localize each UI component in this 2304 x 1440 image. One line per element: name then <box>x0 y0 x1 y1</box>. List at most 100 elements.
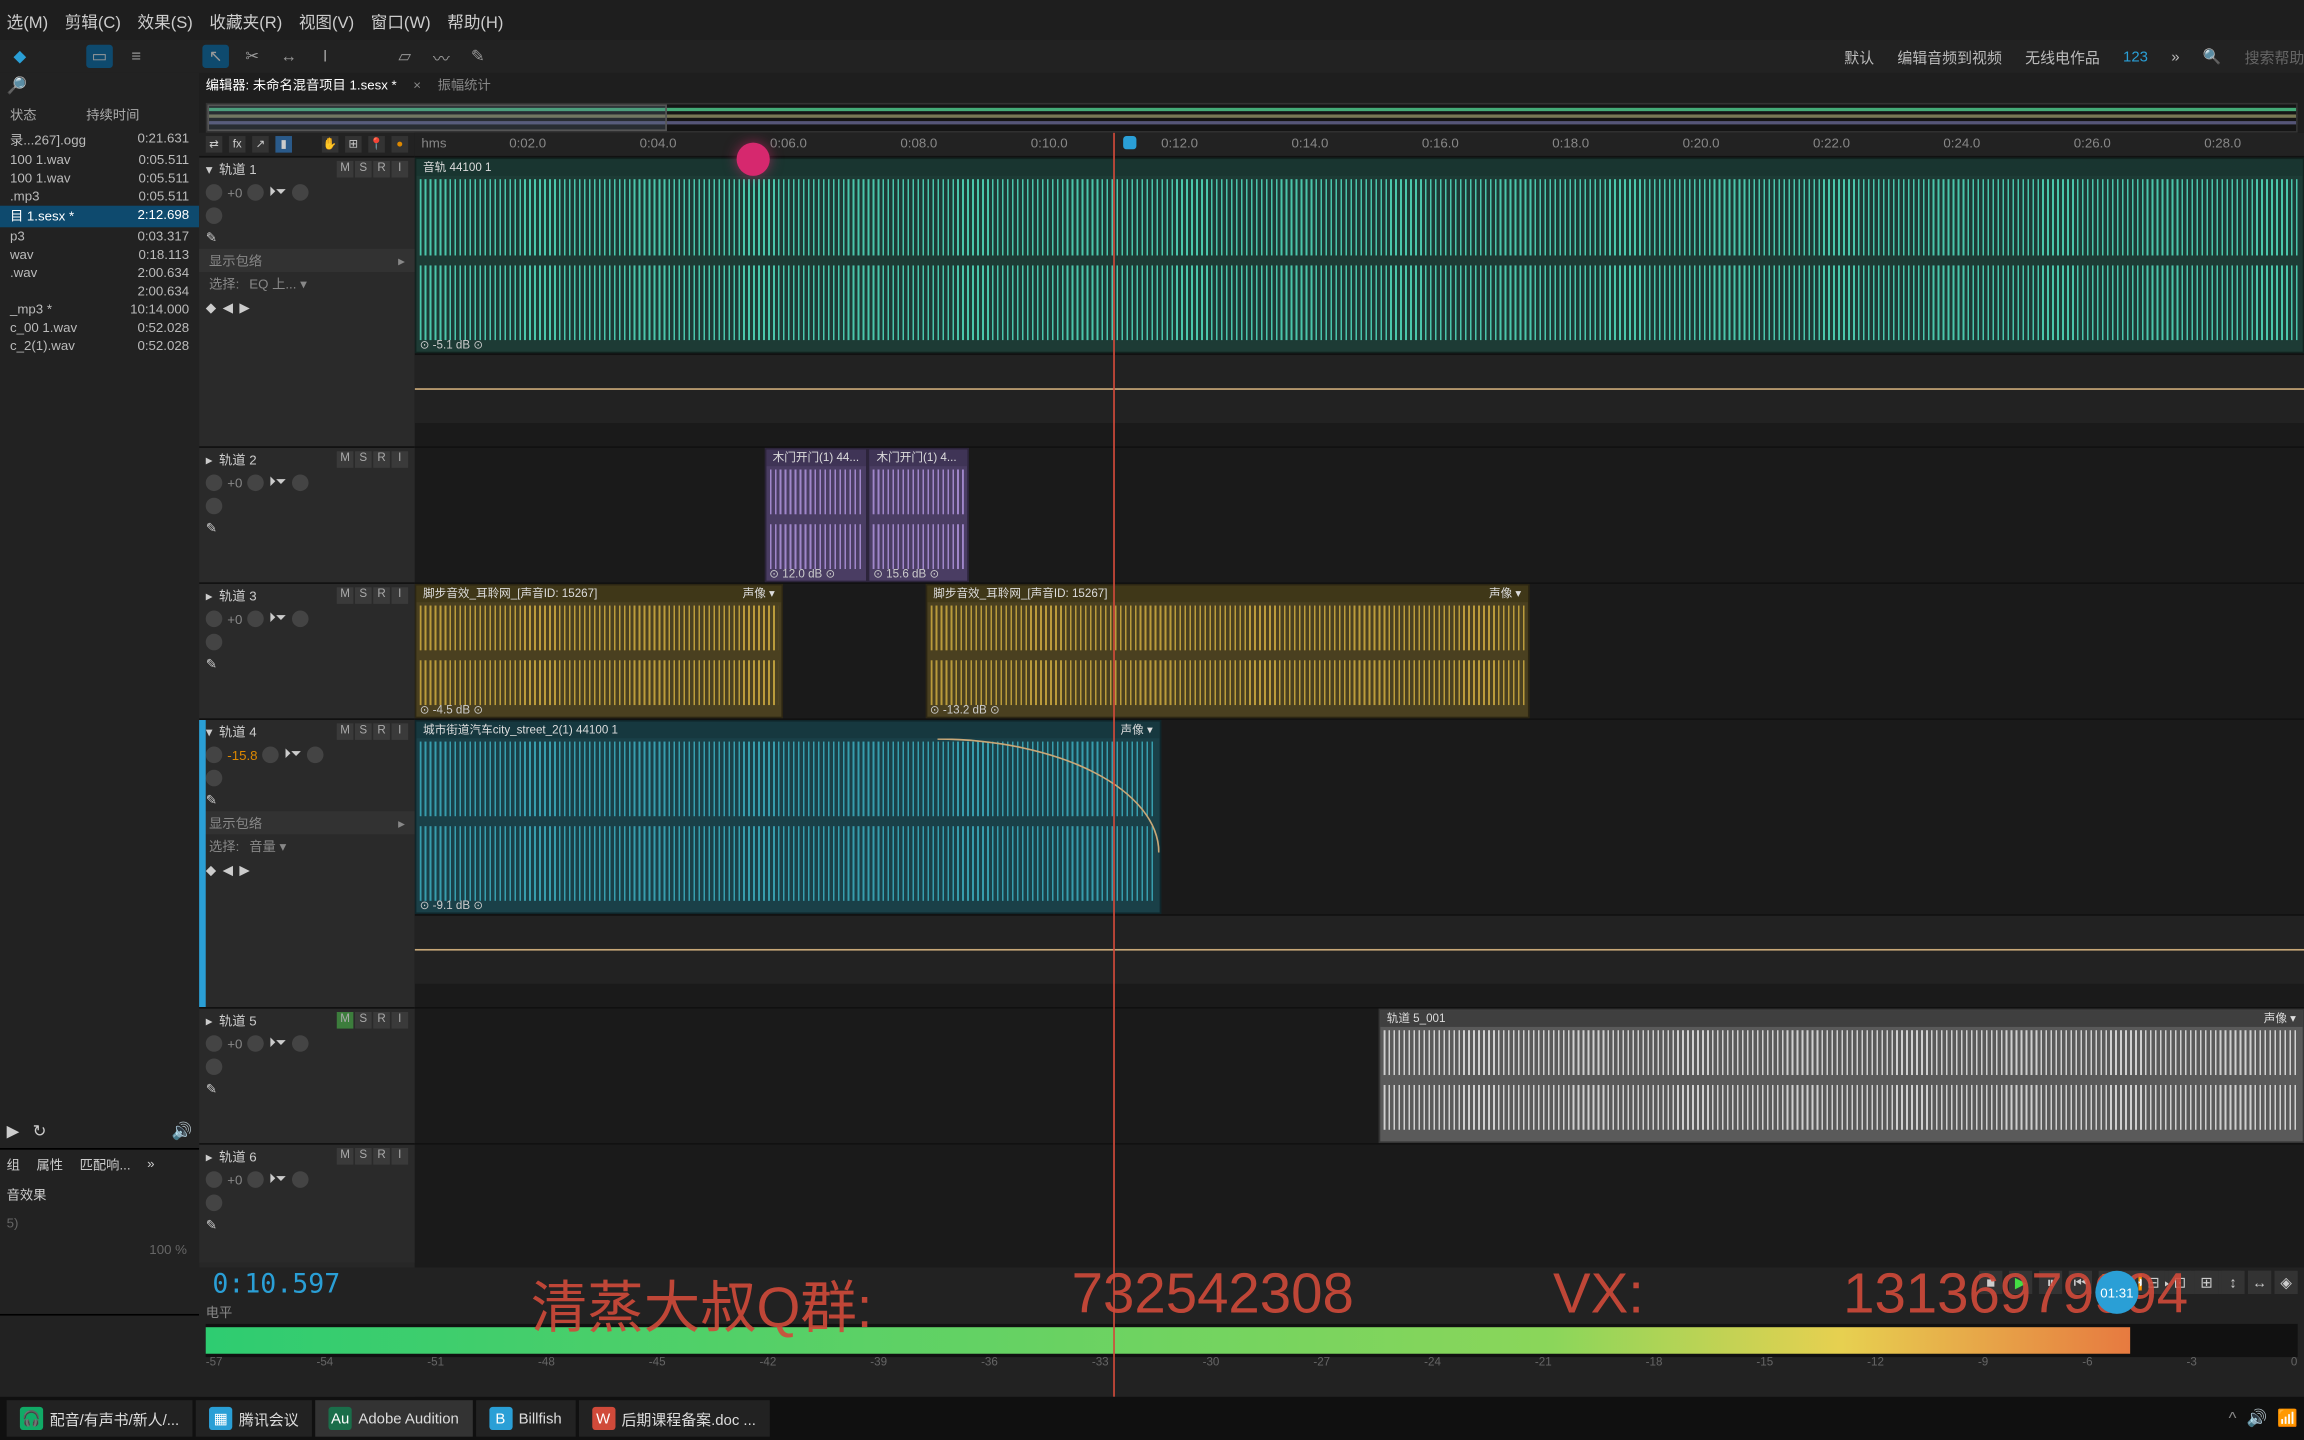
zoom-v-icon[interactable]: ↕ <box>2221 1271 2244 1294</box>
go-start-button[interactable]: ⏮ <box>2069 1271 2092 1294</box>
input-button[interactable]: I <box>392 161 409 178</box>
input-button[interactable]: I <box>392 1148 409 1165</box>
expand-icon[interactable]: ▸ <box>206 452 213 467</box>
marquee-tool-icon[interactable]: ▱ <box>392 45 419 68</box>
mute-button[interactable]: M <box>337 161 354 178</box>
input-button[interactable]: I <box>392 723 409 740</box>
audio-clip[interactable]: 城市街道汽车city_street_2(1) 44100 1声像 ▾⊙ -9.1… <box>415 720 1161 914</box>
pin-icon[interactable]: 📍 <box>368 136 385 153</box>
track-lane[interactable]: 轨道 5_001声像 ▾ <box>415 1007 2304 1143</box>
file-row[interactable]: c_00 1.wav0:52.028 <box>0 319 199 337</box>
solo-button[interactable]: S <box>355 161 372 178</box>
envelope-lane[interactable] <box>415 353 2304 423</box>
pan-knob[interactable] <box>263 747 280 764</box>
clip-gain[interactable]: ⊙ 15.6 dB ⊙ <box>873 569 939 581</box>
expand-icon[interactable]: ▸ <box>206 1013 213 1028</box>
track-header[interactable]: ▾ 轨道 1 M S R I +0 ⏵⏷ ✎显示包络▸ 选择: EQ 上... … <box>199 156 415 446</box>
audio-clip[interactable]: 脚步音效_耳聆网_[声音ID: 15267]声像 ▾⊙ -4.5 dB ⊙ <box>415 584 783 718</box>
pencil-icon[interactable]: ✎ <box>206 657 217 672</box>
input-button[interactable]: I <box>392 587 409 604</box>
track-header[interactable]: ▸ 轨道 2 M S R I +0 ⏵⏷ ✎ <box>199 446 415 582</box>
file-row[interactable]: 100 1.wav0:05.511 <box>0 151 199 169</box>
arm-button[interactable]: R <box>373 161 390 178</box>
input-button[interactable]: I <box>392 1012 409 1029</box>
editor-tab[interactable]: 振幅统计 <box>438 75 491 93</box>
read-icon[interactable]: ⏵⏷ <box>269 474 286 491</box>
fx-knob[interactable] <box>206 207 223 224</box>
audio-clip[interactable]: 木门开门(1) 44...⊙ 12.0 dB ⊙ <box>764 448 868 582</box>
fx-knob[interactable] <box>206 1058 223 1075</box>
pan-knob[interactable] <box>247 611 264 628</box>
track-name[interactable]: 轨道 5 <box>219 1011 257 1029</box>
tray-icon[interactable]: 📶 <box>2277 1409 2298 1427</box>
play-icon[interactable]: ▶ <box>7 1122 20 1140</box>
file-row[interactable]: 2:00.634 <box>0 282 199 300</box>
search-icon[interactable]: 🔎 <box>7 77 28 95</box>
waveform-mode-icon[interactable]: ▭ <box>86 45 113 68</box>
arm-button[interactable]: R <box>373 1148 390 1165</box>
stop-button[interactable]: ■ <box>1979 1271 2002 1294</box>
track-name[interactable]: 轨道 3 <box>219 586 257 604</box>
overview-navigator[interactable] <box>206 103 2298 133</box>
in-point-marker[interactable] <box>1123 136 1136 149</box>
menu-item[interactable]: 剪辑(C) <box>65 7 121 32</box>
pencil-icon[interactable]: ✎ <box>206 1082 217 1097</box>
clip-gain[interactable]: ⊙ -13.2 dB ⊙ <box>930 705 1000 717</box>
auto-knob[interactable] <box>291 1171 308 1188</box>
play-button[interactable]: ▶ <box>2009 1271 2032 1294</box>
workspace-item[interactable]: 编辑音频到视频 <box>1897 46 2002 68</box>
eq-icon[interactable]: ▮ <box>275 136 292 153</box>
volume-knob[interactable] <box>206 184 223 201</box>
read-icon[interactable]: ⏵⏷ <box>269 1035 286 1052</box>
overflow-icon[interactable]: » <box>2171 48 2179 65</box>
expand-icon[interactable]: ▾ <box>206 162 213 177</box>
file-row[interactable]: wav0:18.113 <box>0 246 199 264</box>
volume-icon[interactable]: 🔊 <box>172 1122 193 1140</box>
pencil-icon[interactable]: ✎ <box>206 521 217 536</box>
zoom-out-icon[interactable]: ⊟ <box>2142 1271 2165 1294</box>
solo-button[interactable]: S <box>355 1148 372 1165</box>
fx-tab[interactable]: 音效果 <box>7 1188 47 1203</box>
file-row[interactable]: 录...267].ogg0:21.631 <box>0 129 199 151</box>
file-row[interactable]: _mp3 *10:14.000 <box>0 300 199 318</box>
arm-button[interactable]: R <box>373 451 390 468</box>
time-select-icon[interactable]: I <box>312 45 339 68</box>
envelope-select[interactable]: EQ 上... ▾ <box>249 275 307 293</box>
pan-knob[interactable] <box>247 184 264 201</box>
brush-tool-icon[interactable]: ✎ <box>465 45 492 68</box>
clip-gain[interactable]: ⊙ 12.0 dB ⊙ <box>769 569 835 581</box>
audio-clip[interactable]: 轨道 5_001声像 ▾ <box>1378 1009 2304 1143</box>
tray-icon[interactable]: 🔊 <box>2246 1409 2267 1427</box>
prev-key-icon[interactable]: ◀ <box>223 862 233 877</box>
zoom-h-icon[interactable]: ↔ <box>2248 1271 2271 1294</box>
workspace-item[interactable]: 无线电作品 <box>2025 46 2100 68</box>
slip-tool-icon[interactable]: ↔ <box>275 45 302 68</box>
tray-icon[interactable]: ^ <box>2229 1409 2237 1427</box>
col-duration[interactable]: 持续时间 <box>86 105 139 123</box>
razor-tool-icon[interactable]: ✂ <box>239 45 266 68</box>
auto-knob[interactable] <box>306 747 323 764</box>
clip-gain[interactable]: ⊙ -9.1 dB ⊙ <box>420 901 483 913</box>
arm-button[interactable]: R <box>373 587 390 604</box>
fx-knob[interactable] <box>206 498 223 515</box>
file-row[interactable]: .wav2:00.634 <box>0 264 199 282</box>
menu-item[interactable]: 视图(V) <box>299 7 354 32</box>
clip-gain[interactable]: ⊙ -5.1 dB ⊙ <box>420 340 483 352</box>
track-name[interactable]: 轨道 4 <box>219 722 257 740</box>
file-row[interactable]: 目 1.sesx *2:12.698 <box>0 206 199 228</box>
track-name[interactable]: 轨道 6 <box>219 1147 257 1165</box>
solo-button[interactable]: S <box>355 451 372 468</box>
fx-icon[interactable]: ⇄ <box>206 136 223 153</box>
playhead[interactable] <box>1114 133 1116 1397</box>
search-icon[interactable]: 🔍 <box>2203 47 2222 65</box>
next-key-icon[interactable]: ▶ <box>239 862 249 877</box>
mute-button[interactable]: M <box>337 451 354 468</box>
read-icon[interactable]: ⏵⏷ <box>269 1171 286 1188</box>
snap-icon[interactable]: ⊞ <box>345 136 362 153</box>
pan-knob[interactable] <box>247 1035 264 1052</box>
read-icon[interactable]: ⏵⏷ <box>269 611 286 628</box>
solo-button[interactable]: S <box>355 1012 372 1029</box>
clip-gain[interactable]: ⊙ -4.5 dB ⊙ <box>420 705 483 717</box>
expand-icon[interactable]: ▸ <box>206 1149 213 1164</box>
solo-button[interactable]: S <box>355 587 372 604</box>
